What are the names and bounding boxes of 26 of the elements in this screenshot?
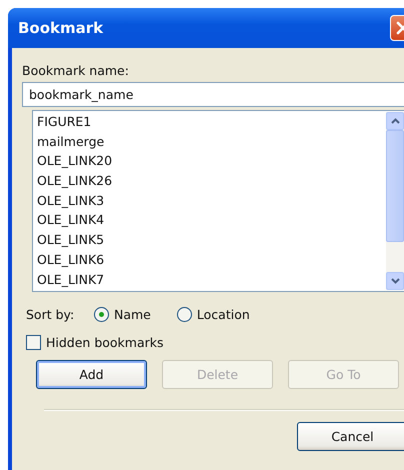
bookmark-item[interactable]: OLE_LINK20 [37,151,381,172]
radio-button[interactable] [94,306,109,322]
window-title: Bookmark [18,19,104,37]
bookmark-item[interactable]: OLE_LINK3 [37,190,381,210]
bookmark-item[interactable]: OLE_LINK6 [37,250,381,270]
radio-button[interactable] [176,306,192,322]
checkbox[interactable] [26,334,41,350]
bookmark-item[interactable]: OLE_LINK7 [37,270,381,290]
bookmark-item[interactable]: OLE_LINK4 [37,210,381,230]
sort-radio-option[interactable]: Name [94,306,151,322]
field-label: Bookmark name: [22,62,130,80]
scroll-up-button[interactable] [386,112,404,130]
hidden-bookmarks-checkbox[interactable]: Hidden bookmarks [26,332,404,352]
cancel-button[interactable]: Cancel [297,422,404,451]
sort-radio-option[interactable]: Location [176,306,250,322]
bookmark-name-field[interactable]: bookmark_name [22,82,404,107]
caret-up-icon [390,118,400,124]
bookmark-item[interactable]: OLE_LINK5 [37,230,381,250]
bookmark-item[interactable]: FIGURE1 [37,112,381,132]
bookmark-item[interactable]: OLE_LINK26 [37,171,381,191]
scroll-thumb[interactable] [386,130,404,242]
bookmark-item[interactable]: mailmerge [37,132,381,152]
caret-down-icon [390,278,400,284]
dialog-button[interactable]: Add [36,360,147,389]
scroll-down-button[interactable] [386,272,404,290]
sort-label: Sort by: [26,306,76,322]
